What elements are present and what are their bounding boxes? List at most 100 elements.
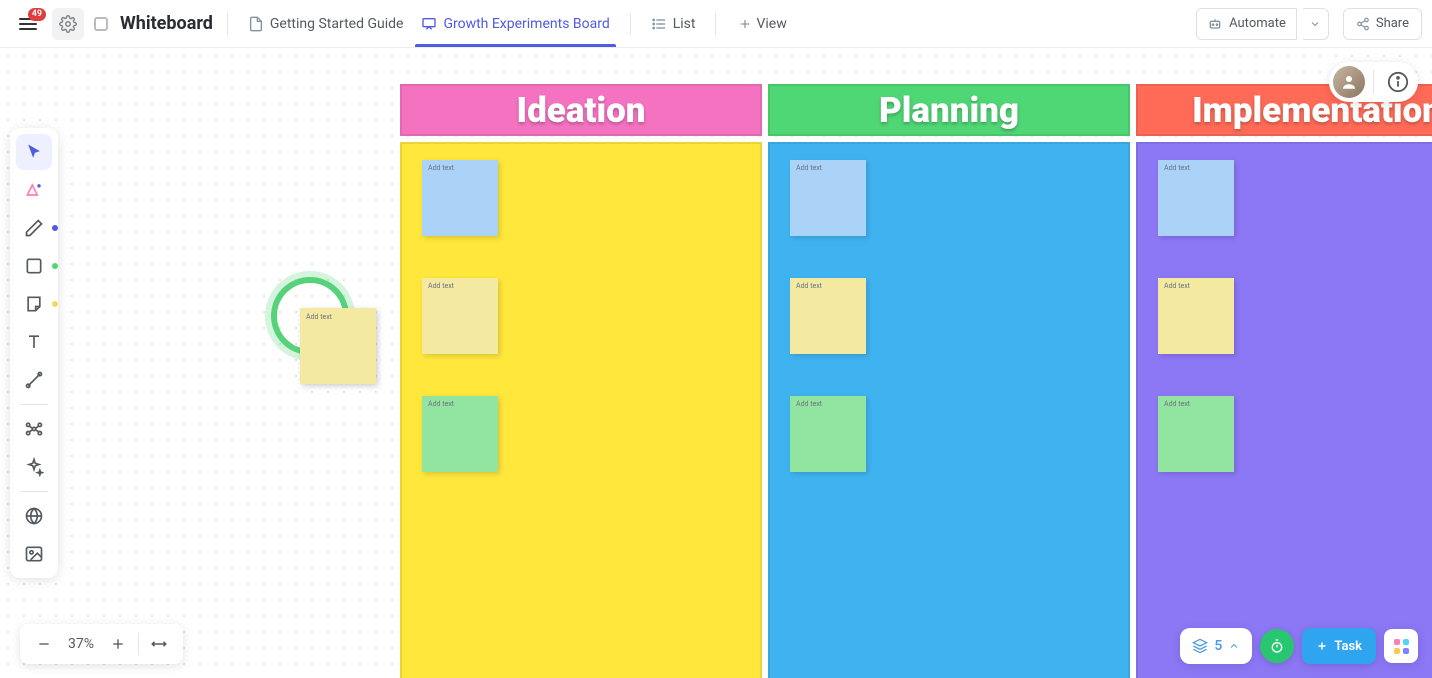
sparkle-shape-icon bbox=[24, 180, 44, 200]
column-planning: Planning Add text Add text Add text bbox=[768, 84, 1130, 678]
task-label: Task bbox=[1334, 639, 1362, 654]
whiteboard-icon bbox=[421, 16, 437, 32]
plus-icon bbox=[1316, 640, 1328, 652]
tool-mindmap[interactable] bbox=[16, 411, 52, 447]
sticky-note[interactable]: Add text bbox=[422, 278, 498, 354]
tab-list[interactable]: List bbox=[645, 1, 702, 47]
color-indicator bbox=[52, 263, 58, 269]
tab-label: List bbox=[673, 16, 696, 32]
share-icon bbox=[1356, 17, 1370, 31]
tool-web[interactable] bbox=[16, 498, 52, 534]
mindmap-icon bbox=[24, 419, 44, 439]
apps-button[interactable] bbox=[1384, 629, 1418, 663]
tool-pen[interactable] bbox=[16, 210, 52, 246]
timer-button[interactable] bbox=[1260, 629, 1294, 663]
bottom-right-controls: 5 Task bbox=[1180, 628, 1418, 664]
automate-button[interactable]: Automate bbox=[1196, 8, 1297, 40]
column-ideation: Ideation Add text Add text Add text bbox=[400, 84, 762, 678]
tab-label: Growth Experiments Board bbox=[443, 16, 609, 32]
tool-sticky[interactable] bbox=[16, 286, 52, 322]
document-icon bbox=[248, 16, 264, 32]
new-task-button[interactable]: Task bbox=[1302, 628, 1376, 664]
info-icon bbox=[1387, 71, 1409, 93]
settings-button[interactable] bbox=[52, 8, 84, 40]
plus-icon bbox=[110, 636, 126, 652]
column-body[interactable]: Add text Add text Add text bbox=[768, 142, 1130, 678]
zoom-controls: 37% bbox=[20, 624, 183, 664]
sticky-note[interactable]: Add text bbox=[1158, 160, 1234, 236]
main-menu-button[interactable]: 49 bbox=[10, 6, 46, 42]
sticky-note[interactable]: Add text bbox=[790, 278, 866, 354]
tool-shape[interactable] bbox=[16, 248, 52, 284]
color-indicator bbox=[52, 301, 58, 307]
tool-select[interactable] bbox=[16, 134, 52, 170]
stopwatch-icon bbox=[1269, 638, 1285, 654]
zoom-in-button[interactable] bbox=[102, 628, 134, 660]
user-avatar[interactable] bbox=[1333, 66, 1365, 98]
add-view-button[interactable]: View bbox=[730, 16, 794, 32]
tab-label: Getting Started Guide bbox=[270, 16, 404, 32]
info-button[interactable] bbox=[1382, 66, 1414, 98]
sticky-note-icon bbox=[24, 294, 44, 314]
robot-icon bbox=[1207, 16, 1223, 32]
app-header: 49 Whiteboard Getting Started Guide Grow… bbox=[0, 0, 1432, 48]
color-indicator bbox=[52, 225, 58, 231]
plus-icon bbox=[738, 17, 752, 31]
connector-icon bbox=[24, 370, 44, 390]
tool-palette bbox=[10, 128, 58, 578]
zoom-out-button[interactable] bbox=[28, 628, 60, 660]
chevron-up-icon bbox=[1228, 640, 1240, 652]
share-label: Share bbox=[1376, 16, 1409, 31]
sticky-note-loose[interactable]: Add text bbox=[300, 308, 376, 384]
divider bbox=[20, 491, 48, 492]
divider bbox=[1373, 70, 1374, 94]
tab-growth-board[interactable]: Growth Experiments Board bbox=[415, 1, 615, 47]
canvas[interactable]: Add text Ideation Add text Add text Add … bbox=[0, 48, 1432, 678]
doc-type-icon bbox=[94, 17, 108, 31]
square-icon bbox=[24, 256, 44, 276]
divider bbox=[138, 633, 139, 655]
sparkle-icon bbox=[24, 457, 44, 477]
sticky-note[interactable]: Add text bbox=[1158, 396, 1234, 472]
add-view-label: View bbox=[756, 16, 786, 32]
fit-to-screen-button[interactable] bbox=[143, 628, 175, 660]
automate-dropdown[interactable] bbox=[1303, 8, 1329, 40]
page-title[interactable]: Whiteboard bbox=[120, 13, 213, 34]
notification-badge: 49 bbox=[28, 8, 46, 21]
person-icon bbox=[1340, 73, 1358, 91]
gear-icon bbox=[59, 15, 77, 33]
tool-ai-shape[interactable] bbox=[16, 172, 52, 208]
sticky-note[interactable]: Add text bbox=[790, 396, 866, 472]
column-body[interactable]: Add text Add text Add text bbox=[400, 142, 762, 678]
layers-icon bbox=[1192, 638, 1208, 654]
globe-icon bbox=[24, 506, 44, 526]
sticky-note[interactable]: Add text bbox=[422, 396, 498, 472]
fit-width-icon bbox=[150, 635, 168, 653]
pen-icon bbox=[24, 218, 44, 238]
tool-ai[interactable] bbox=[16, 449, 52, 485]
divider bbox=[715, 13, 716, 35]
tool-text[interactable] bbox=[16, 324, 52, 360]
layers-count: 5 bbox=[1214, 638, 1222, 654]
image-icon bbox=[24, 544, 44, 564]
sticky-note[interactable]: Add text bbox=[1158, 278, 1234, 354]
automate-label: Automate bbox=[1229, 16, 1286, 31]
column-body[interactable]: Add text Add text Add text bbox=[1136, 142, 1432, 678]
sticky-note[interactable]: Add text bbox=[422, 160, 498, 236]
tab-getting-started[interactable]: Getting Started Guide bbox=[242, 1, 410, 47]
kanban-board: Ideation Add text Add text Add text Plan… bbox=[400, 84, 1432, 678]
column-header[interactable]: Ideation bbox=[400, 84, 762, 136]
text-icon bbox=[24, 332, 44, 352]
sticky-note[interactable]: Add text bbox=[790, 160, 866, 236]
zoom-value[interactable]: 37% bbox=[60, 636, 102, 652]
column-header[interactable]: Planning bbox=[768, 84, 1130, 136]
minus-icon bbox=[36, 636, 52, 652]
tool-image[interactable] bbox=[16, 536, 52, 572]
tool-connector[interactable] bbox=[16, 362, 52, 398]
divider bbox=[630, 13, 631, 35]
layers-count-button[interactable]: 5 bbox=[1180, 628, 1252, 664]
column-implementation: Implementation Add text Add text Add tex… bbox=[1136, 84, 1432, 678]
list-icon bbox=[651, 16, 667, 32]
share-button[interactable]: Share bbox=[1343, 8, 1422, 40]
divider bbox=[227, 13, 228, 35]
